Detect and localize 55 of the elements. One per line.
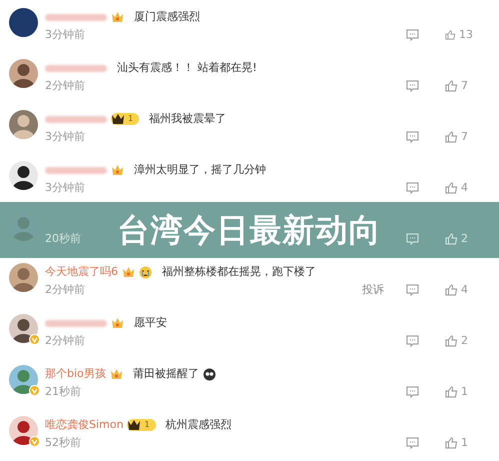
thumbs-up-icon (445, 131, 458, 143)
username[interactable]: 今天地震了吗6 (45, 264, 118, 280)
comment-icon[interactable] (406, 284, 419, 296)
username[interactable]: 唯恋龚俊Simon (45, 416, 124, 434)
timestamp: 3分钟前 (45, 128, 85, 145)
thumbs-up-icon (445, 284, 458, 296)
like-button[interactable]: 2 (445, 332, 473, 350)
timestamp: 2分钟前 (45, 282, 85, 298)
comment-icon[interactable] (406, 80, 419, 92)
avatar[interactable] (9, 59, 38, 88)
comment-text: 莆田被摇醒了 (132, 366, 199, 382)
timestamp: 21秒前 (45, 384, 81, 400)
thumbs-up-icon (445, 80, 458, 92)
like-button[interactable]: 4 (445, 282, 473, 298)
like-button[interactable]: 2 (445, 230, 473, 248)
level-badge: 1 (127, 419, 156, 431)
comment-text: 厦门震感强烈 (134, 8, 200, 25)
comment-icon[interactable] (406, 29, 419, 41)
like-button[interactable]: 7 (445, 78, 473, 94)
comment-text: 漳州太明显了，摇了几分钟 (134, 162, 266, 178)
comment-text: 福州整栋楼都在摇晃，跑下楼了 (162, 264, 316, 280)
timestamp: 52秒前 (45, 434, 81, 451)
comment-icon[interactable] (406, 437, 419, 449)
report-link[interactable]: 投诉 (362, 282, 384, 298)
banner-title: 台湾今日最新动向 (118, 210, 382, 251)
like-button[interactable]: 13 (445, 26, 473, 44)
timestamp: 20秒前 (45, 230, 81, 247)
comment-text: 福州我被震晕了 (149, 110, 226, 127)
timestamp: 2分钟前 (45, 78, 85, 94)
thumbs-up-icon (445, 386, 458, 398)
comment-text: 汕头有震感！！ 站着都在晃! (117, 60, 257, 76)
timestamp: 3分钟前 (45, 180, 85, 196)
thumbs-up-icon (445, 29, 456, 41)
avatar[interactable] (9, 161, 38, 190)
comment-icon[interactable] (406, 335, 419, 347)
username[interactable]: 那个bio男孩 (45, 366, 106, 382)
avatar[interactable] (9, 314, 38, 343)
like-button[interactable]: 7 (445, 128, 473, 146)
comment-icon[interactable] (406, 131, 419, 143)
timestamp: 3分钟前 (45, 26, 85, 43)
like-button[interactable]: 1 (445, 434, 473, 452)
comment-text: 杭州震感强烈 (166, 416, 232, 433)
timestamp: 2分钟前 (45, 332, 85, 349)
comment-text: 愿平安 (134, 314, 167, 331)
thumbs-up-icon (445, 437, 458, 449)
comment-icon[interactable] (406, 182, 419, 194)
thumbs-up-icon (445, 233, 458, 245)
comment-icon[interactable] (406, 386, 419, 398)
like-button[interactable]: 1 (445, 384, 473, 400)
avatar[interactable] (9, 416, 38, 445)
like-button[interactable]: 4 (445, 180, 473, 196)
thumbs-up-icon (445, 335, 458, 347)
thumbs-up-icon (445, 182, 458, 194)
level-badge: 1 (111, 113, 140, 125)
avatar[interactable] (9, 8, 38, 37)
